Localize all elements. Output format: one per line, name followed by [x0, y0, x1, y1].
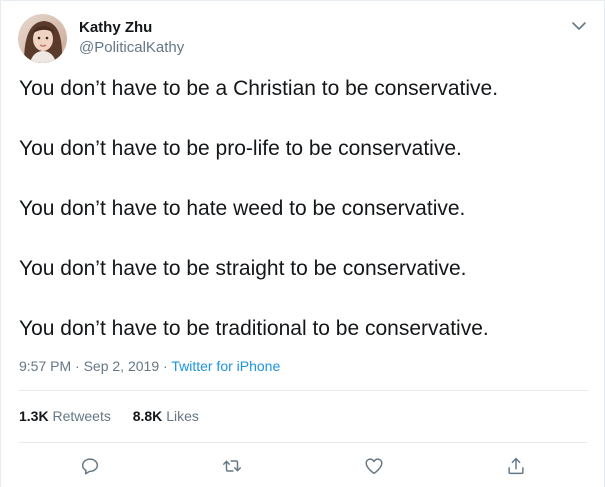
meta-separator: · — [71, 358, 84, 374]
tweet-stats: 1.3K Retweets 8.8K Likes — [19, 408, 217, 424]
retweets-count: 1.3K — [19, 408, 49, 424]
tweet-metadata: 9:57 PM · Sep 2, 2019 · Twitter for iPho… — [19, 358, 280, 374]
share-icon[interactable] — [504, 454, 528, 478]
divider — [19, 390, 588, 391]
retweets-label: Retweets — [52, 408, 111, 424]
reply-icon[interactable] — [78, 454, 102, 478]
tweet-date[interactable]: Sep 2, 2019 — [84, 358, 160, 374]
chevron-down-icon[interactable] — [569, 18, 589, 34]
tweet-line: You don’t have to hate weed to be conser… — [19, 197, 466, 220]
likes-stat[interactable]: 8.8K Likes — [133, 408, 199, 424]
retweets-stat[interactable]: 1.3K Retweets — [19, 408, 111, 424]
avatar-image — [18, 14, 67, 63]
tweet-line: You don’t have to be traditional to be c… — [19, 317, 489, 340]
tweet-time[interactable]: 9:57 PM — [19, 358, 71, 374]
likes-label: Likes — [166, 408, 199, 424]
tweet-line: You don’t have to be pro-life to be cons… — [19, 137, 462, 160]
author-name[interactable]: Kathy Zhu — [79, 19, 152, 36]
author-handle[interactable]: @PoliticalKathy — [79, 39, 184, 56]
divider — [19, 442, 588, 443]
avatar[interactable] — [18, 14, 67, 63]
likes-count: 8.8K — [132, 408, 163, 424]
tweet-source-link[interactable]: Twitter for iPhone — [171, 358, 280, 374]
meta-separator: · — [159, 358, 172, 374]
tweet-card: Kathy Zhu @PoliticalKathy You don’t have… — [0, 0, 605, 487]
like-icon[interactable] — [362, 454, 386, 478]
retweet-icon[interactable] — [220, 454, 244, 478]
tweet-line: You don’t have to be straight to be cons… — [19, 257, 467, 280]
tweet-line: You don’t have to be a Christian to be c… — [19, 77, 499, 100]
